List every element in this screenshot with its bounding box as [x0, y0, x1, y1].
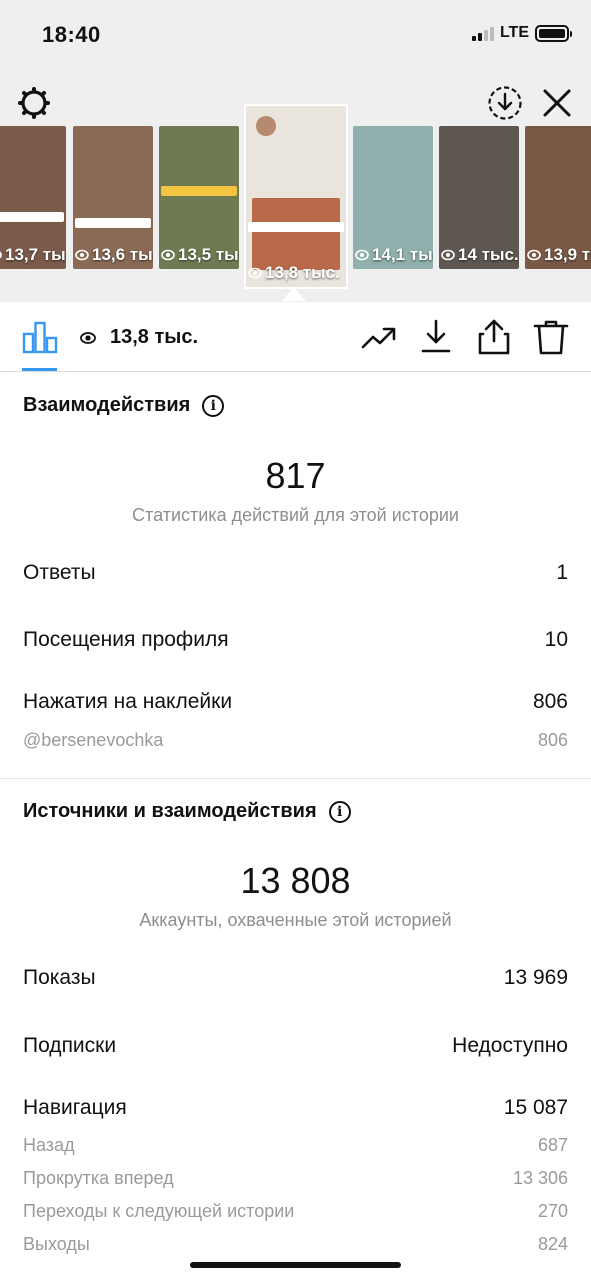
thumbnail-views: 13,5 тыс. [161, 245, 239, 265]
network-label: LTE [499, 24, 529, 41]
status-time: 18:40 [42, 22, 101, 47]
insights-toolbar: 13,8 тыс. [0, 302, 591, 372]
discovery-total: 13 808 [240, 860, 351, 901]
eye-icon [80, 331, 96, 344]
nav-row-forward: Прокрутка вперед 13 306 [23, 1168, 568, 1188]
stat-row-navigation: Навигация 15 087 [23, 1096, 568, 1119]
interactions-title: Взаимодействия i [23, 394, 225, 417]
nav-row-next-story: Переходы к следующей истории 270 [23, 1201, 568, 1221]
share-icon[interactable] [475, 318, 513, 356]
nav-row-back: Назад 687 [23, 1135, 568, 1155]
interactions-total: 817 [265, 455, 326, 496]
trending-icon[interactable] [360, 318, 398, 356]
status-bar: 18:40 LTE [0, 0, 591, 70]
story-thumbnail-selected[interactable]: 13,8 тыс. [244, 104, 348, 289]
home-indicator[interactable] [190, 1262, 401, 1268]
section-divider [0, 778, 591, 779]
thumbnail-views: 13,6 тыс. [75, 245, 153, 265]
stat-row-profile-visits: Посещения профиля 10 [23, 628, 568, 651]
stat-row-impressions: Показы 13 969 [23, 966, 568, 989]
interactions-caption: Статистика действий для этой истории [132, 505, 459, 525]
discovery-title: Источники и взаимодействия i [23, 800, 351, 823]
story-viewer-header: 18:40 LTE 13,7 тыс. [0, 0, 591, 302]
info-icon[interactable]: i [328, 800, 351, 823]
nav-row-exits: Выходы 824 [23, 1234, 568, 1254]
story-thumbnails-strip: 13,7 тыс. 13,6 тыс. 13,5 тыс. 13,8 тыс. … [0, 104, 591, 294]
signal-icon [471, 25, 494, 41]
battery-icon [535, 24, 572, 42]
story-thumbnail[interactable]: 13,9 тыс. [525, 126, 591, 269]
info-icon[interactable]: i [202, 394, 225, 417]
stat-row-sticker-mention: @bersenevochka 806 [23, 730, 568, 750]
thumbnail-views: 13,8 тыс. [248, 263, 340, 283]
selected-story-pointer [282, 287, 306, 301]
story-thumbnail[interactable]: 13,7 тыс. [0, 126, 66, 269]
active-tab-indicator [22, 368, 57, 371]
toolbar-views[interactable]: 13,8 тыс. [80, 326, 198, 349]
thumbnail-views: 13,9 тыс. [527, 245, 591, 265]
stat-row-replies: Ответы 1 [23, 561, 568, 584]
thumbnail-views: 14 тыс. [441, 245, 519, 265]
story-thumbnail[interactable]: 13,5 тыс. [159, 126, 239, 269]
story-thumbnail[interactable]: 14 тыс. [439, 126, 519, 269]
story-thumbnail[interactable]: 14,1 тыс. [353, 126, 433, 269]
download-icon[interactable] [417, 318, 455, 356]
insights-bar-chart-icon[interactable] [22, 320, 58, 354]
discovery-caption: Аккаунты, охваченные этой историей [139, 910, 452, 930]
thumbnail-views: 14,1 тыс. [355, 245, 433, 265]
stat-row-follows: Подписки Недоступно [23, 1034, 568, 1057]
status-indicators: LTE [471, 24, 572, 42]
thumbnail-views: 13,7 тыс. [0, 245, 66, 265]
story-thumbnail[interactable]: 13,6 тыс. [73, 126, 153, 269]
stat-row-sticker-taps: Нажатия на наклейки 806 [23, 690, 568, 713]
trash-icon[interactable] [532, 318, 570, 356]
toolbar-views-count: 13,8 тыс. [110, 326, 199, 348]
